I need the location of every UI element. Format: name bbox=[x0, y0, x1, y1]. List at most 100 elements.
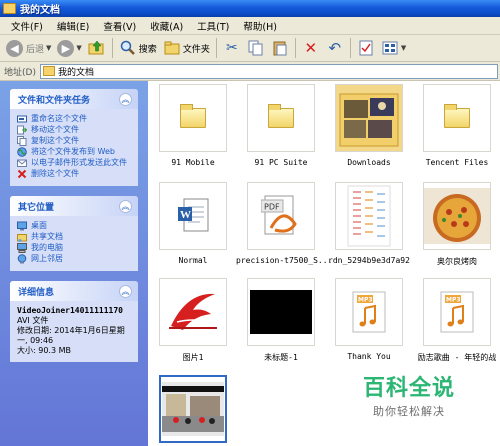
copy-button[interactable] bbox=[244, 37, 268, 59]
thumbnail: MP3 bbox=[335, 278, 403, 346]
thumbnail bbox=[247, 278, 315, 346]
file-label: Tencent Files bbox=[425, 158, 489, 167]
folders-label: 文件夹 bbox=[182, 44, 210, 55]
thumbnail bbox=[335, 182, 403, 250]
address-label: 地址(D) bbox=[4, 67, 36, 78]
thumbnail: W bbox=[159, 182, 227, 250]
task-rename[interactable]: 重命名这个文件 bbox=[17, 114, 132, 124]
folder-icon bbox=[268, 104, 294, 128]
folder-icon bbox=[42, 66, 55, 76]
other-places-header[interactable]: 其它位置 ︽ bbox=[10, 196, 138, 216]
task-delete[interactable]: 删除这个文件 bbox=[17, 169, 132, 179]
file-item[interactable]: 91 Mobile bbox=[148, 84, 238, 167]
cut-button[interactable]: ✂ bbox=[220, 37, 244, 59]
file-tasks-header[interactable]: 文件和文件夹任务 ︽ bbox=[10, 89, 138, 109]
paste-button[interactable] bbox=[268, 37, 292, 59]
scissors-icon: ✂ bbox=[225, 40, 238, 56]
copy-icon bbox=[247, 39, 265, 57]
task-move[interactable]: 移动这个文件 bbox=[17, 125, 132, 135]
word-document-icon: W bbox=[178, 198, 209, 232]
file-label: precision-t7500_S... bbox=[236, 256, 333, 265]
toolbar: ◀ 后退 ▼ ▶ ▼ 搜索 文件夹 ✂ ✕ ↶ ▼ bbox=[0, 35, 500, 62]
toolbar-separator bbox=[215, 38, 217, 58]
svg-text:MP3: MP3 bbox=[358, 297, 373, 304]
undo-icon: ↶ bbox=[328, 39, 342, 57]
folders-button[interactable]: 文件夹 bbox=[160, 37, 213, 59]
file-item[interactable]: rdn_5294b9e3d7a92 bbox=[324, 182, 414, 265]
file-item[interactable]: Downloads bbox=[324, 84, 414, 167]
search-button[interactable]: 搜索 bbox=[116, 37, 160, 59]
menu-edit[interactable]: 编辑(E) bbox=[50, 19, 96, 33]
menu-favorites[interactable]: 收藏(A) bbox=[143, 19, 190, 33]
folders-icon bbox=[163, 39, 181, 57]
copy-icon bbox=[17, 136, 27, 146]
collapse-chevron-icon[interactable]: ︽ bbox=[119, 92, 132, 106]
task-copy[interactable]: 复制这个文件 bbox=[17, 136, 132, 146]
collapse-chevron-icon[interactable]: ︽ bbox=[119, 199, 132, 213]
file-item[interactable]: 奥尔良烤肉 bbox=[412, 182, 500, 267]
file-label: 励志歌曲 - 年轻的战 bbox=[417, 353, 497, 362]
pdf-icon: PDF bbox=[261, 195, 297, 235]
undo-button[interactable]: ↶ bbox=[323, 37, 347, 59]
menu-help[interactable]: 帮助(H) bbox=[236, 19, 284, 33]
file-label: 图片1 bbox=[182, 353, 204, 362]
menu-file[interactable]: 文件(F) bbox=[4, 19, 50, 33]
back-button[interactable]: ◀ 后退 ▼ bbox=[3, 37, 54, 59]
toolbar-separator bbox=[111, 38, 113, 58]
details-header[interactable]: 详细信息 ︽ bbox=[10, 281, 138, 301]
forward-arrow-icon: ▶ bbox=[57, 39, 75, 57]
folder-icon bbox=[3, 3, 16, 14]
place-desktop[interactable]: 桌面 bbox=[17, 221, 132, 231]
properties-button[interactable] bbox=[354, 37, 378, 59]
task-label: 重命名这个文件 bbox=[31, 114, 87, 123]
svg-text:W: W bbox=[180, 209, 191, 221]
details-title: 详细信息 bbox=[18, 287, 55, 298]
back-label: 后退 bbox=[26, 44, 45, 55]
thumbnail: PDF bbox=[247, 182, 315, 250]
file-item[interactable]: 未标题-1 bbox=[236, 278, 326, 363]
file-label: Downloads bbox=[347, 158, 391, 167]
thumbnail bbox=[159, 375, 227, 443]
chevron-down-icon: ▼ bbox=[400, 44, 407, 52]
detail-modified: 修改日期: 2014年1月6日星期一, 09:46 bbox=[17, 326, 125, 345]
file-item[interactable]: MP3 励志歌曲 - 年轻的战 bbox=[412, 278, 500, 363]
file-item[interactable]: 91 PC Suite bbox=[236, 84, 326, 167]
file-item-selected[interactable] bbox=[148, 375, 238, 446]
other-places-panel: 其它位置 ︽ 桌面 共享文档 我的电脑 网上邻居 bbox=[10, 196, 138, 271]
menu-view[interactable]: 查看(V) bbox=[96, 19, 143, 33]
details-panel: 详细信息 ︽ VideoJoiner14011111170 AVI 文件 修改日… bbox=[10, 281, 138, 362]
delete-button[interactable]: ✕ bbox=[299, 37, 323, 59]
thumbnail bbox=[423, 84, 491, 152]
file-item[interactable]: MP3 Thank You bbox=[324, 278, 414, 361]
file-label: rdn_5294b9e3d7a92 bbox=[328, 256, 410, 265]
file-item[interactable]: Tencent Files bbox=[412, 84, 500, 167]
collapse-chevron-icon[interactable]: ︽ bbox=[119, 284, 132, 298]
search-label: 搜索 bbox=[138, 44, 157, 55]
place-my-computer[interactable]: 我的电脑 bbox=[17, 243, 132, 253]
thumbnail bbox=[335, 84, 403, 152]
desktop-icon bbox=[17, 221, 27, 231]
detail-file-name: VideoJoiner14011111170 bbox=[17, 306, 123, 315]
task-email[interactable]: 以电子邮件形式发送此文件 bbox=[17, 158, 132, 168]
toolbar-separator bbox=[294, 38, 296, 58]
file-item[interactable]: PDF precision-t7500_S... bbox=[236, 182, 333, 265]
file-item[interactable]: W Normal bbox=[148, 182, 238, 265]
file-item[interactable]: 图片1 bbox=[148, 278, 238, 363]
views-button[interactable]: ▼ bbox=[378, 37, 409, 59]
task-publish-web[interactable]: 将这个文件发布到 Web bbox=[17, 147, 132, 157]
file-label: 奥尔良烤肉 bbox=[437, 257, 477, 266]
place-label: 桌面 bbox=[31, 221, 47, 230]
globe-icon bbox=[17, 147, 27, 157]
task-label: 删除这个文件 bbox=[31, 169, 79, 178]
place-network[interactable]: 网上邻居 bbox=[17, 254, 132, 264]
up-folder-button[interactable] bbox=[85, 37, 109, 59]
up-folder-icon bbox=[88, 39, 106, 57]
menu-tools[interactable]: 工具(T) bbox=[190, 19, 236, 33]
place-label: 共享文档 bbox=[31, 232, 63, 241]
forward-button[interactable]: ▶ ▼ bbox=[54, 37, 84, 59]
place-shared-docs[interactable]: 共享文档 bbox=[17, 232, 132, 242]
shared-folder-icon bbox=[17, 234, 27, 242]
thumbnail bbox=[159, 278, 227, 346]
detail-size: 大小: 90.3 MB bbox=[17, 346, 71, 355]
address-input[interactable]: 我的文档 bbox=[39, 63, 498, 79]
